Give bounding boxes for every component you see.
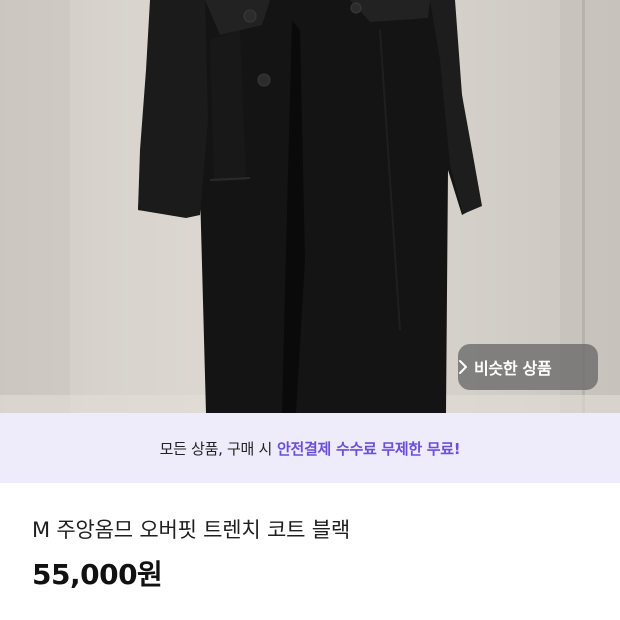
similar-items-label: 비슷한 상품 (474, 359, 552, 378)
product-price: 55,000원 (32, 558, 163, 591)
banner-text: 모든 상품, 구매 시 (159, 439, 273, 458)
similar-items-button[interactable]: 비슷한 상품 (458, 344, 598, 390)
safe-payment-banner[interactable]: 모든 상품, 구매 시 안전결제 수수료 무제한 무료! (0, 413, 620, 483)
chevron-right-icon (459, 360, 467, 374)
banner-highlight: 안전결제 수수료 무제한 무료! (277, 439, 461, 458)
product-title: M 주앙옴므 오버핏 트렌치 코트 블랙 (32, 518, 350, 542)
product-photo[interactable]: 비슷한 상품 (0, 0, 620, 413)
